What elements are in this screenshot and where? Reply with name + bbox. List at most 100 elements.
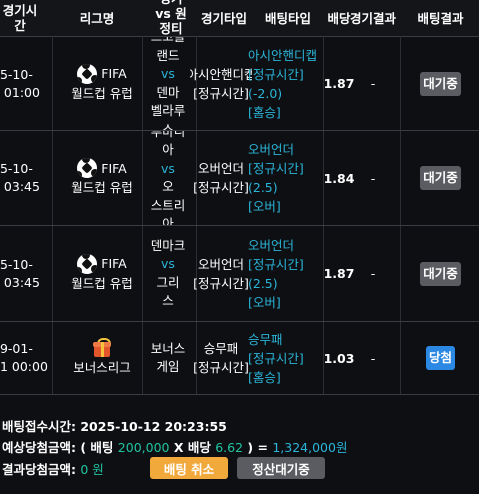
bet-type-line1: 승무패 [248, 331, 283, 347]
home-team-line1: 루마니 [150, 131, 186, 139]
game-time-date: 25-10- [0, 161, 33, 176]
game-type-line1: 아시안핸디캡 [190, 66, 252, 82]
bet-type-line1: 오버언더 [248, 142, 295, 157]
game-type-line1: 승무패 [203, 341, 239, 356]
settlement-pending-button[interactable]: 정산대기중 [237, 457, 325, 479]
header-game-type: 경기타입 [200, 10, 247, 26]
league-cell: FIFA 월드컵 유럽 [56, 226, 148, 321]
bet-result-cell: 대기중 [402, 226, 479, 321]
gift-box-icon [92, 338, 112, 358]
soccer-ball-icon [77, 253, 98, 274]
league-name-line1: FIFA [101, 66, 127, 81]
game-time-date: 25-10- [0, 66, 33, 82]
result-payout-label: 결과당첨금액: [2, 462, 76, 477]
away-team-line2: 벨라루 [150, 103, 186, 118]
bet-amount-value: 200,000 [117, 440, 170, 455]
away-team-line2: 스트리 [150, 197, 186, 213]
game-type-cell: 아시안핸디캡 [정규시간] [190, 37, 252, 130]
bet-type-line4: [홈승] [248, 104, 281, 120]
bet-type-line2: [정규시간] [248, 350, 304, 366]
game-type-line2: [정규시간] [193, 180, 249, 195]
away-team-line3: 아 [162, 216, 174, 225]
bet-type-cell: 오버언더 [정규시간] (2.5) [오버] [248, 226, 324, 321]
league-cell: 보너스리그 [56, 322, 148, 394]
league-name-line1: FIFA [101, 256, 127, 271]
bet-type-cell: 승무패 [정규시간] [홈승] [248, 322, 324, 394]
game-type-cell: 오버언더 [정규시간] [190, 226, 252, 321]
header-bet-result: 배팅결과 [417, 10, 464, 26]
bet-time-value: 2025-10-12 20:23:55 [80, 419, 227, 434]
table-row: 25-10- 3 01:00 FIFA 월드컵 유럽 스코틀 랜드 vs 덴마 벨라루… [0, 37, 479, 131]
league-cell: FIFA 월드컵 유럽 [56, 131, 148, 225]
league-name-line1: FIFA [101, 160, 127, 176]
match-cell: 스코틀 랜드 vs 덴마 벨라루 스 [140, 37, 196, 130]
bet-type-line4: [오버] [248, 294, 281, 310]
expected-multiplier-label: X 배당 [173, 440, 211, 455]
bet-type-line2: [정규시간] [248, 66, 304, 82]
cancel-bet-button[interactable]: 배팅 취소 [150, 457, 228, 479]
bet-result-cell: 대기중 [402, 131, 479, 225]
vs-label: vs [161, 256, 175, 271]
game-time-date: 25-10- [0, 256, 33, 272]
away-team-line1: 덴마 [156, 84, 180, 100]
bet-type-line3: [홈승] [248, 369, 281, 385]
vs-label: vs [161, 160, 175, 176]
header-league: 리그명 [79, 10, 115, 26]
expected-payout-line: 예상당첨금액: ( 배팅 200,000 X 배당 6.62 ) = 1,324… [2, 437, 347, 456]
league-name-line2: 월드컵 유럽 [71, 85, 133, 101]
expected-payout-value: 1,324,000원 [272, 440, 348, 455]
bet-result-cell: 대기중 [402, 37, 479, 130]
game-time-clock: 3 03:45 [3, 274, 40, 290]
soccer-ball-icon [77, 63, 98, 84]
header-game-result: 경기결과 [349, 10, 396, 26]
status-badge-waiting: 대기중 [420, 71, 461, 96]
bet-type-line3: (-2.0) [248, 85, 283, 101]
table-row: 25-10- 3 03:45 FIFA 월드컵 유럽 루마니 아 vs 오 스트리 아… [0, 131, 479, 226]
vs-label: vs [161, 66, 175, 81]
status-badge-win: 당첨 [425, 346, 455, 370]
away-team-line3: 스 [162, 121, 174, 131]
bet-type-line3: (2.5) [248, 180, 278, 195]
game-time: 25-10- 3 03:45 [0, 226, 48, 321]
expected-close: ) = [247, 440, 268, 455]
away-team-line1: 그리 [156, 274, 180, 290]
bet-result-cell: 당첨 [402, 322, 479, 394]
league-name-line1: 보너스리그 [73, 360, 131, 375]
status-badge-waiting: 대기중 [420, 261, 461, 286]
game-result-value: - [370, 350, 376, 366]
game-result-value: - [370, 170, 376, 186]
game-type-line2: [정규시간] [193, 360, 249, 375]
game-type-line1: 오버언더 [197, 256, 244, 272]
game-time-date: 99-01- [0, 341, 33, 356]
table-header: 경기시간 리그명 경기 vs 원 정티 경기타입 배팅타입 배당 경기결과 배팅… [0, 0, 479, 37]
game-result-value: - [370, 76, 376, 91]
match-cell: 루마니 아 vs 오 스트리 아 [140, 131, 196, 225]
bet-time-label: 배팅접수시간: [2, 419, 76, 434]
table-row: 99-01- 01 00:00 보너스리그 보너스 게임 승무패 [정규시간] 승… [0, 322, 479, 395]
bet-type-line1: 오버언더 [248, 237, 295, 253]
bet-type-cell: 오버언더 [정규시간] (2.5) [오버] [248, 131, 324, 225]
header-game-time-line1: 경기시 [2, 3, 38, 18]
game-time-clock: 01 00:00 [0, 359, 48, 374]
game-result-value: - [370, 266, 376, 281]
home-team-line2: 랜드 [156, 47, 180, 63]
bet-type-line3: (2.5) [248, 275, 278, 291]
game-type-line2: [정규시간] [193, 85, 249, 101]
bet-type-cell: 아시안핸디캡 [정규시간] (-2.0) [홈승] [248, 37, 324, 130]
bet-type-line4: [오버] [248, 199, 281, 214]
game-time: 99-01- 01 00:00 [0, 322, 48, 394]
bet-time-line: 배팅접수시간: 2025-10-12 20:23:55 [2, 416, 227, 435]
header-game-time: 경기시 간 [0, 0, 48, 36]
expected-payout-label: 예상당첨금액: [2, 440, 76, 455]
home-team-line2: 아 [162, 142, 174, 157]
result-payout-value: 0 원 [80, 462, 104, 477]
status-badge-waiting: 대기중 [420, 166, 461, 190]
header-game-time-line2: 간 [14, 18, 26, 33]
game-type-cell: 오버언더 [정규시간] [190, 131, 252, 225]
header-match-line3: 정티 [159, 20, 183, 36]
league-name-line2: 월드컵 유럽 [71, 180, 133, 195]
league-name-line2: 월드컵 유럽 [71, 275, 133, 291]
header-match: 경기 vs 원 정티 [146, 0, 196, 36]
table-row: 25-10- 3 03:45 FIFA 월드컵 유럽 덴마크 vs 그리 스 오버언… [0, 226, 479, 322]
home-team-line1: 스코틀 [151, 37, 186, 47]
